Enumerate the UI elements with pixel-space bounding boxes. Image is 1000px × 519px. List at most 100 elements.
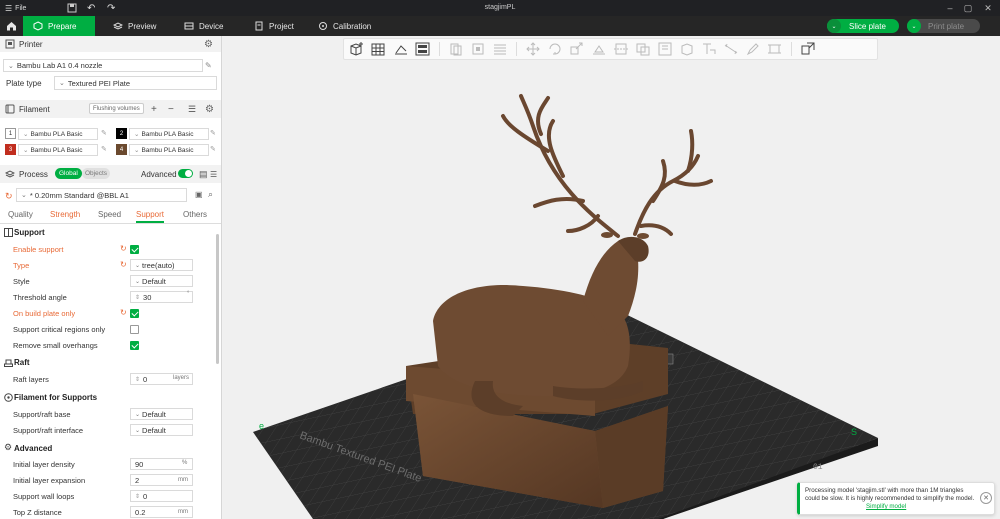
edit-printer-icon[interactable]: ✎ — [205, 61, 212, 70]
critical-regions-checkbox[interactable] — [130, 325, 139, 334]
save-preset-icon[interactable]: ▣ — [195, 190, 203, 199]
scrollbar[interactable] — [216, 234, 219, 364]
slice-plate-button[interactable]: ⌄ Slice plate — [827, 19, 899, 33]
prepare-icon — [33, 21, 43, 31]
subtab-others[interactable]: Others — [183, 210, 207, 219]
process-list-icon[interactable]: ☰ — [210, 170, 217, 179]
tab-prepare[interactable]: Prepare — [23, 16, 95, 36]
edit-filament-icon[interactable]: ✎ — [210, 129, 216, 137]
filament-slot-number: 2 — [116, 128, 127, 139]
support-type-select[interactable]: ⌄ tree(auto) — [130, 259, 193, 271]
remove-overhangs-checkbox[interactable] — [130, 341, 139, 350]
top-z-unit: mm — [178, 509, 188, 515]
support-style-select[interactable]: ⌄ Default — [130, 275, 193, 287]
tab-calibration-label: Calibration — [333, 21, 372, 31]
window-title: stagjimPL — [484, 4, 516, 11]
filament-slot-number: 1 — [5, 128, 16, 139]
tab-preview[interactable]: Preview — [105, 16, 175, 36]
main-tab-bar: Prepare Preview Device Project Calibrati… — [0, 16, 1000, 36]
simplify-model-link[interactable]: Simplify model — [866, 503, 906, 510]
support-style-value: Default — [142, 276, 166, 286]
preview-icon — [113, 22, 123, 30]
add-filament-icon[interactable]: + — [151, 104, 157, 115]
filament-settings-gear-icon[interactable]: ⚙ — [205, 104, 214, 115]
wall-loops-input[interactable]: ⇕ 0 — [130, 490, 193, 502]
degree-unit: ° — [187, 291, 190, 297]
process-compare-icon[interactable]: ▤ — [199, 169, 208, 180]
top-z-value: 0.2 — [135, 507, 146, 517]
maximize-icon[interactable]: ▢ — [962, 2, 974, 14]
print-plate-label: Print plate — [928, 21, 965, 31]
filament-select[interactable]: ⌄ Bambu PLA Basic — [129, 144, 209, 156]
filament-select[interactable]: ⌄ Bambu PLA Basic — [129, 128, 209, 140]
flushing-volumes-button[interactable]: Flushing volumes — [89, 103, 144, 114]
subtab-support[interactable]: Support — [136, 210, 165, 223]
critical-regions-label: Support critical regions only — [13, 325, 106, 334]
minimize-icon[interactable]: – — [944, 2, 956, 14]
edit-filament-icon[interactable]: ✎ — [210, 145, 216, 153]
print-dropdown-icon[interactable]: ⌄ — [907, 19, 921, 33]
filament-select[interactable]: ⌄ Bambu PLA Basic — [18, 144, 98, 156]
support-base-select[interactable]: ⌄ Default — [130, 408, 193, 420]
project-icon — [255, 21, 263, 31]
device-icon — [184, 22, 194, 30]
tab-calibration[interactable]: Calibration — [310, 16, 390, 36]
plate-type-select[interactable]: ⌄ Textured PEI Plate — [54, 76, 217, 90]
reset-icon[interactable]: ↻ — [120, 308, 127, 317]
stepper-icon[interactable]: ⇕ — [135, 493, 140, 500]
close-icon[interactable]: ✕ — [980, 492, 992, 504]
tab-device[interactable]: Device — [176, 16, 246, 36]
printer-section-title: Printer — [19, 39, 43, 49]
edit-filament-icon[interactable]: ✎ — [101, 145, 107, 153]
filament-select[interactable]: ⌄ Bambu PLA Basic — [18, 128, 98, 140]
filament-list-icon[interactable]: ☰ — [188, 104, 196, 115]
filament-slot[interactable]: 1 ⌄ Bambu PLA Basic ✎ — [5, 128, 111, 141]
enable-support-checkbox[interactable] — [130, 245, 139, 254]
tab-prepare-label: Prepare — [48, 21, 77, 31]
remove-filament-icon[interactable]: − — [168, 104, 174, 115]
3d-viewport[interactable]: Bambu Textured PEI Plate 01 e S Processi… — [223, 36, 1000, 519]
support-interface-select[interactable]: ⌄ Default — [130, 424, 193, 436]
filament-section-title: Filament — [19, 104, 50, 114]
subtab-strength[interactable]: Strength — [50, 210, 80, 219]
global-toggle[interactable]: Global — [55, 168, 82, 179]
edit-filament-icon[interactable]: ✎ — [101, 129, 107, 137]
stepper-icon[interactable]: ⇕ — [135, 294, 140, 301]
filament-slot-number: 3 — [5, 144, 16, 155]
printer-settings-gear-icon[interactable]: ⚙ — [204, 39, 213, 50]
reset-icon[interactable]: ↻ — [120, 244, 127, 253]
reset-icon[interactable]: ↻ — [5, 191, 13, 202]
subtab-quality[interactable]: Quality — [8, 210, 33, 219]
search-icon[interactable]: ⌕ — [208, 189, 213, 200]
filament-section-header: Filament Flushing volumes + − ☰ ⚙ — [0, 100, 221, 118]
raft-group-title: Raft — [14, 358, 30, 367]
threshold-angle-input[interactable]: ⇕ 30 — [130, 291, 193, 303]
advanced-group-title: Advanced — [14, 444, 53, 453]
subtab-speed[interactable]: Speed — [98, 210, 121, 219]
top-z-label: Top Z distance — [13, 508, 62, 517]
reset-icon[interactable]: ↻ — [120, 260, 127, 269]
stepper-icon[interactable]: ⇕ — [135, 376, 140, 383]
build-plate-only-checkbox[interactable] — [130, 309, 139, 318]
plate-type-label: Plate type — [6, 79, 42, 88]
initial-density-value: 90 — [135, 459, 144, 469]
filament-name: Bambu PLA Basic — [30, 146, 83, 154]
print-plate-button[interactable]: ⌄ Print plate — [907, 19, 980, 33]
home-icon[interactable] — [0, 16, 22, 36]
advanced-switch[interactable] — [178, 169, 193, 178]
close-icon[interactable]: ✕ — [982, 2, 994, 14]
advanced-gear-icon: ⚙ — [4, 442, 13, 452]
raft-layers-label: Raft layers — [13, 375, 49, 384]
printer-select[interactable]: ⌄ Bambu Lab A1 0.4 nozzle — [3, 59, 203, 72]
filament-slot[interactable]: 4 ⌄ Bambu PLA Basic ✎ — [116, 144, 221, 157]
stag-model[interactable] — [406, 94, 713, 508]
chevron-down-icon: ⌄ — [134, 131, 140, 138]
slice-dropdown-icon[interactable]: ⌄ — [827, 19, 841, 33]
threshold-angle-value: 30 — [143, 292, 152, 302]
process-preset-select[interactable]: ⌄ * 0.20mm Standard @BBL A1 — [16, 188, 187, 202]
tab-project[interactable]: Project — [246, 16, 316, 36]
filament-slot[interactable]: 3 ⌄ Bambu PLA Basic ✎ — [5, 144, 111, 157]
filament-slot[interactable]: 2 ⌄ Bambu PLA Basic ✎ — [116, 128, 221, 141]
process-section-header: Process Global Objects Advanced ▤ ☰ — [0, 165, 221, 183]
objects-toggle[interactable]: Objects — [82, 168, 111, 179]
